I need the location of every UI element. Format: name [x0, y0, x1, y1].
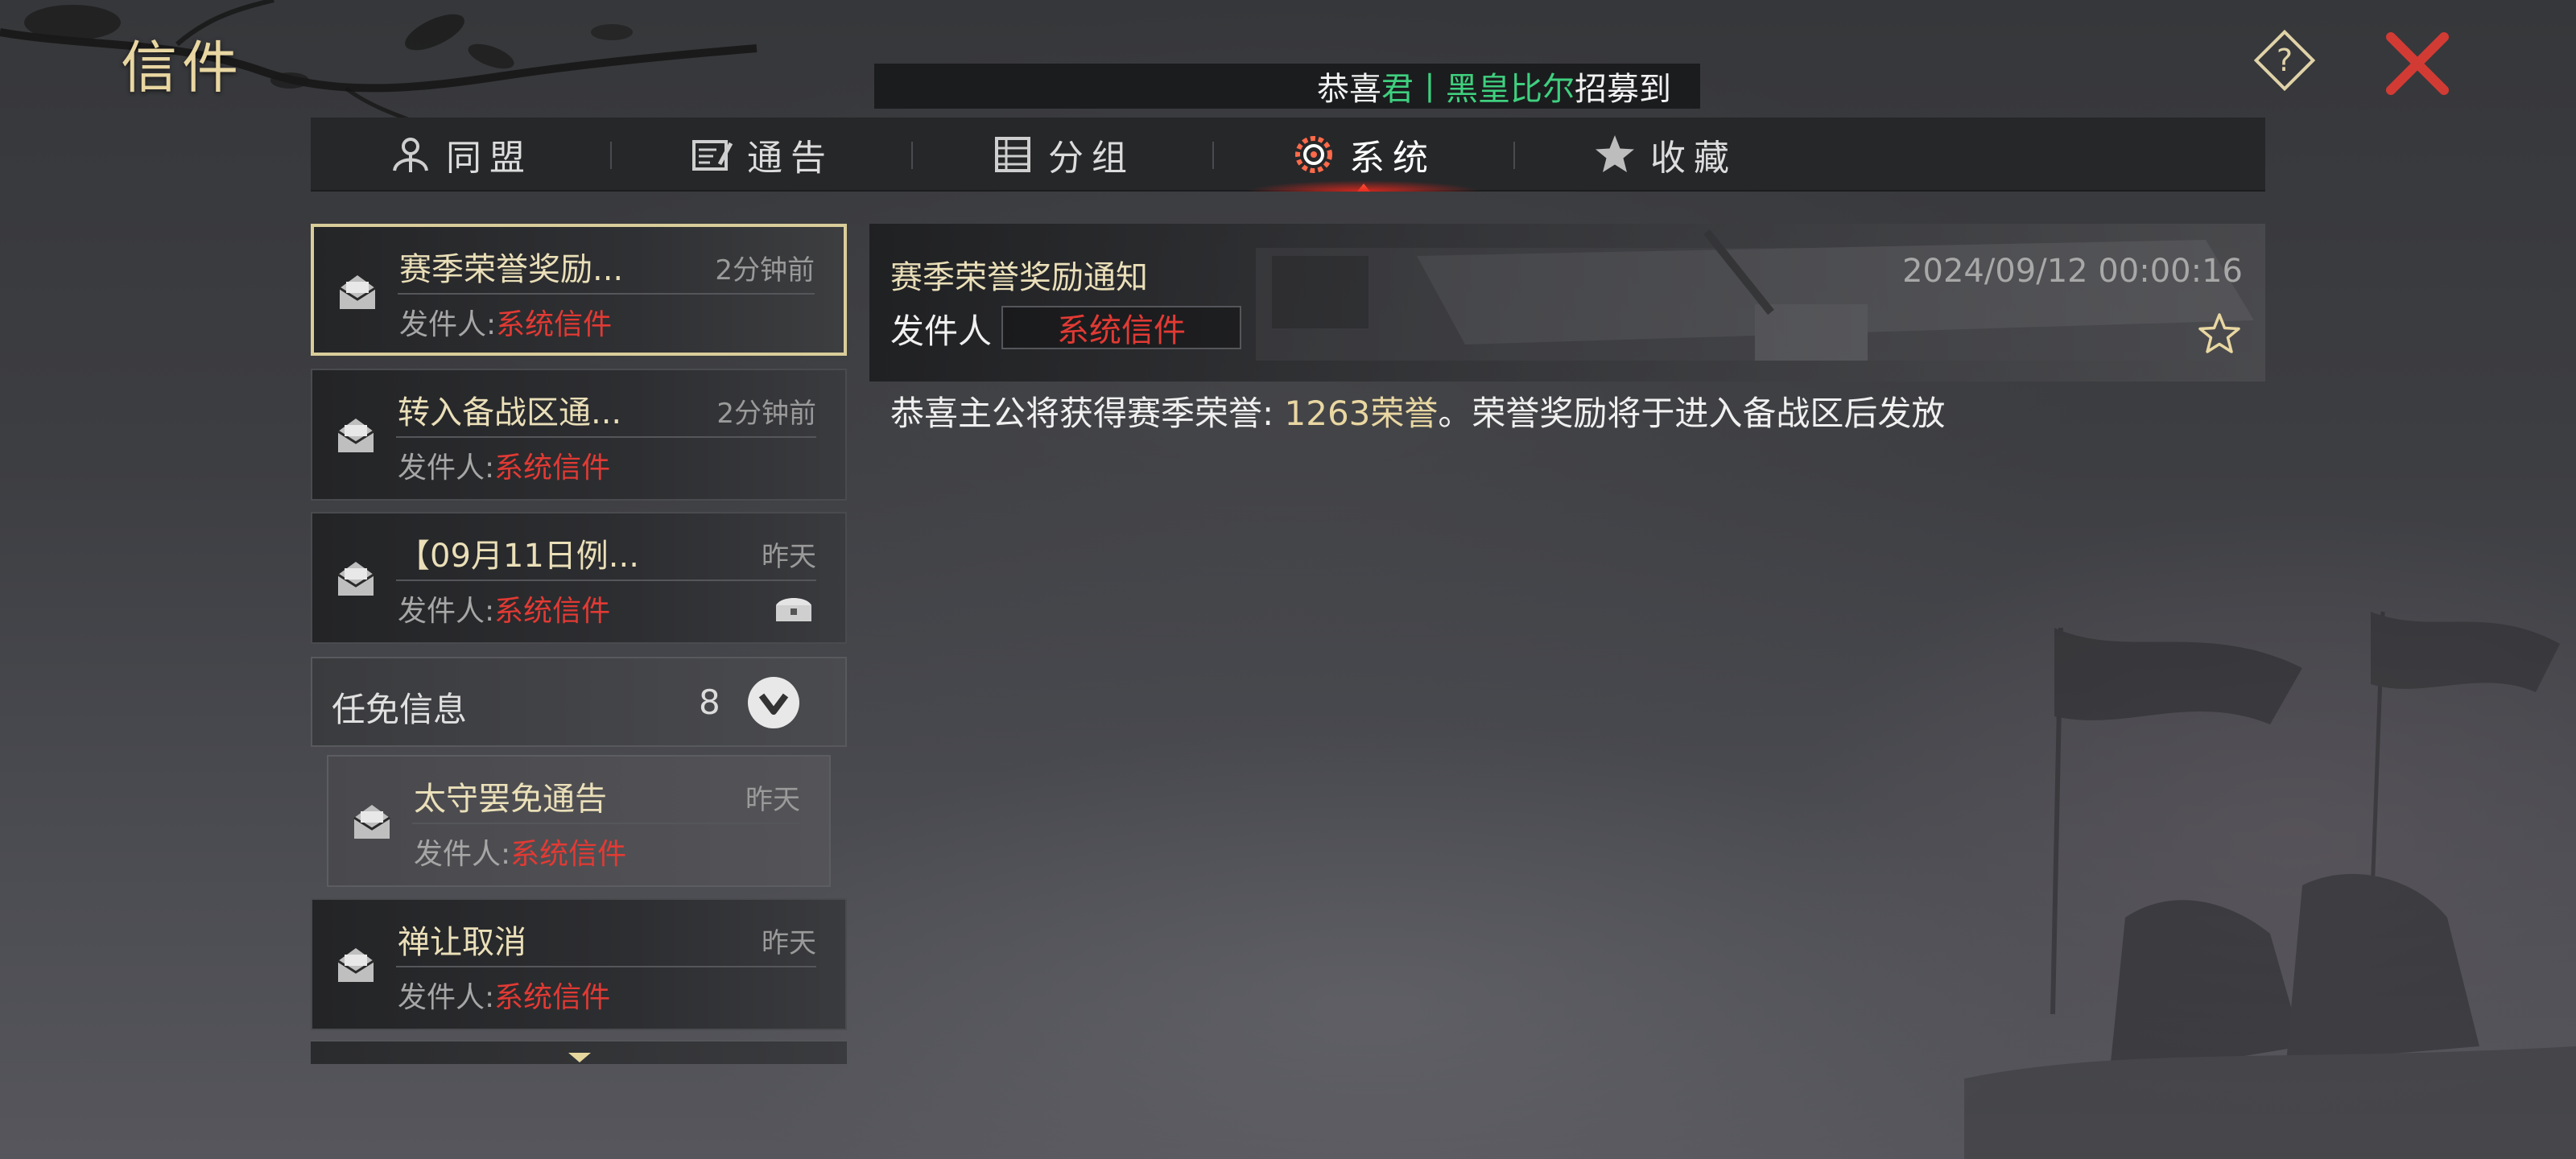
detail-date: 2024/09/12 00:00:16: [1902, 253, 2243, 290]
chevron-down-icon[interactable]: [745, 674, 802, 731]
mail-subject: 【09月11日例...: [398, 538, 639, 575]
mail-item[interactable]: 转入备战区通... 2分钟前 发件人:系统信件: [311, 369, 847, 501]
sender-label: 发件人:: [398, 981, 495, 1014]
tab-announcement-label: 通告: [747, 138, 834, 179]
mail-time: 昨天: [745, 784, 800, 816]
mail-sender: 发件人:系统信件: [414, 831, 626, 872]
ticker-prefix: 恭喜: [1317, 71, 1381, 108]
ticker-player-name: 君丨黑皇比尔: [1381, 71, 1575, 108]
tab-group[interactable]: 分组: [913, 118, 1212, 192]
group-list-icon: [990, 132, 1035, 177]
mail-item[interactable]: 禅让取消 昨天 发件人:系统信件: [311, 898, 847, 1030]
window-title: 信件: [121, 35, 243, 101]
mail-subject: 转入备战区通...: [398, 394, 622, 431]
sender-name: 系统信件: [494, 981, 611, 1014]
system-gear-icon: [1291, 132, 1336, 177]
body-suffix: 。荣誉奖励将于进入备战区后发放: [1438, 394, 1946, 433]
divider: [396, 966, 816, 967]
mail-item[interactable]: 【09月11日例... 昨天 发件人:系统信件: [311, 512, 847, 644]
close-icon[interactable]: [2383, 29, 2452, 98]
opened-mail-icon: [337, 562, 374, 596]
svg-text:?: ?: [2277, 43, 2293, 78]
mail-detail-header: 赛季荣誉奖励通知 2024/09/12 00:00:16 发件人 系统信件: [869, 224, 2265, 382]
scroll-down-indicator: [568, 1053, 591, 1062]
sender-name: 系统信件: [510, 838, 627, 871]
sender-label: 发件人:: [414, 838, 511, 871]
mail-sender: 发件人:系统信件: [399, 301, 612, 343]
detail-subject: 赛季荣誉奖励通知: [890, 259, 1148, 296]
battle-silhouette-art: [1964, 611, 2576, 1159]
alliance-icon: [388, 132, 433, 177]
divider: [398, 293, 815, 295]
group-mail-item[interactable]: 太守罢免通告 昨天 发件人:系统信件: [327, 755, 831, 887]
mail-item-selected[interactable]: 赛季荣誉奖励... 2分钟前 发件人:系统信件: [311, 224, 847, 356]
tab-system[interactable]: 系统: [1214, 118, 1513, 192]
attachment-chest-icon: [776, 598, 811, 621]
mail-subject: 禅让取消: [398, 924, 526, 961]
tab-alliance[interactable]: 同盟: [311, 118, 610, 192]
mail-list: 赛季荣誉奖励... 2分钟前 发件人:系统信件 转入备战区通... 2分钟前 发…: [311, 224, 847, 1064]
honor-amount: 1263荣誉: [1284, 394, 1439, 433]
active-tab-indicator: [1357, 184, 1370, 192]
recruit-announcement-ticker: 恭喜 君丨黑皇比尔 招募到: [874, 64, 1700, 109]
mail-time: 2分钟前: [715, 254, 815, 287]
tab-announcement[interactable]: 通告: [612, 118, 911, 192]
mail-time: 昨天: [762, 927, 816, 959]
mail-body: 恭喜主公将获得赛季荣誉: 1263荣誉。荣誉奖励将于进入备战区后发放: [890, 386, 1945, 435]
divider: [396, 436, 816, 438]
tab-favorites-label: 收藏: [1650, 138, 1737, 179]
divider: [396, 580, 816, 581]
detail-sender-name: 系统信件: [1001, 306, 1241, 349]
tab-group-label: 分组: [1048, 138, 1135, 179]
desk-scroll-art: [1256, 229, 2265, 361]
mail-category-tabs: 同盟 通告 分组 系统 收藏: [311, 118, 2265, 192]
mail-sender: 发件人:系统信件: [398, 444, 610, 486]
divider: [412, 823, 800, 824]
favorite-star-icon[interactable]: [2196, 311, 2243, 357]
mail-subject: 太守罢免通告: [414, 781, 607, 818]
announcement-icon: [689, 132, 734, 177]
sender-label: 发件人:: [398, 595, 495, 628]
tab-favorites[interactable]: 收藏: [1515, 118, 1814, 192]
tab-system-label: 系统: [1349, 138, 1436, 179]
opened-mail-icon: [337, 948, 374, 982]
body-prefix: 恭喜主公将获得赛季荣誉:: [890, 394, 1285, 433]
mail-time: 2分钟前: [716, 398, 816, 430]
mail-subject: 赛季荣誉奖励...: [399, 251, 624, 288]
sender-name: 系统信件: [496, 308, 613, 341]
mail-time: 昨天: [762, 541, 816, 573]
group-label: 任免信息: [332, 690, 468, 729]
sender-label: 发件人:: [399, 308, 497, 341]
ticker-suffix: 招募到: [1575, 71, 1671, 108]
help-icon[interactable]: ?: [2248, 24, 2321, 97]
group-count: 8: [699, 683, 720, 722]
sender-label: 发件人:: [398, 452, 495, 485]
opened-mail-icon: [339, 275, 376, 309]
group-header-appointment[interactable]: 任免信息 8: [311, 657, 847, 747]
sender-name: 系统信件: [494, 452, 611, 485]
sender-name: 系统信件: [494, 595, 611, 628]
tab-alliance-label: 同盟: [446, 138, 533, 179]
star-icon: [1592, 132, 1637, 177]
mail-sender: 发件人:系统信件: [398, 588, 610, 629]
detail-sender-label: 发件人: [890, 311, 993, 351]
opened-mail-icon: [353, 805, 390, 839]
mail-sender: 发件人:系统信件: [398, 974, 610, 1016]
opened-mail-icon: [337, 419, 374, 452]
